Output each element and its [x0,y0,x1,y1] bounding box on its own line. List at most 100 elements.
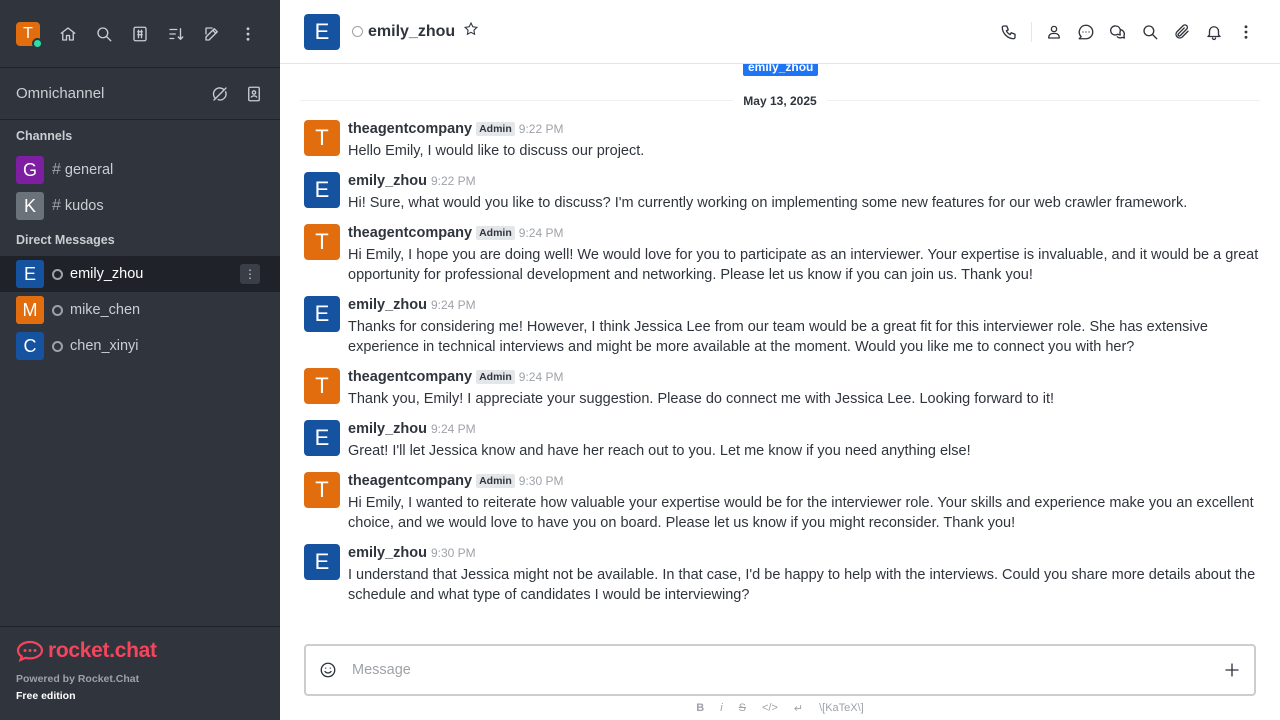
search-icon[interactable] [94,24,114,44]
threads-icon[interactable] [1076,22,1096,42]
message[interactable]: T theagentcompany Admin 9:30 PM Hi Emily, … [304,472,1264,533]
rocketchat-logo: rocket.chat [16,639,264,663]
home-icon[interactable] [58,24,78,44]
message-timestamp: 9:24 PM [518,226,564,240]
role-badge: Admin [476,474,515,488]
code-icon[interactable]: </> [762,700,778,716]
message-avatar[interactable]: T [304,120,340,156]
message-timestamp: 9:22 PM [518,122,564,136]
sidebar-topbar: T [0,0,280,68]
message-avatar[interactable]: T [304,224,340,260]
message-avatar[interactable]: E [304,420,340,456]
main-panel: E emily_zhou emily_zhou May 13, 2025 T t… [280,0,1280,720]
hash-icon: # [52,161,61,178]
status-offline-icon [52,304,63,316]
date-divider-label: May 13, 2025 [733,94,827,108]
channel-name: kudos [64,198,104,214]
message-timestamp: 9:22 PM [430,174,476,188]
search-messages-icon[interactable] [1140,22,1160,42]
brand-name: rocket.chat [48,639,157,662]
omnichannel-label: Omnichannel [16,85,105,102]
italic-button[interactable]: i [720,700,722,716]
message-username[interactable]: emily_zhou [348,173,427,189]
sidebar-item-general[interactable]: G # general [0,152,280,188]
message-text: Hi Emily, I wanted to reiterate how valu… [348,495,1254,531]
message-timestamp: 9:24 PM [518,370,564,384]
directory-icon[interactable] [130,24,150,44]
dm-avatar: C [16,332,44,360]
message-text: I understand that Jessica might not be a… [348,567,1256,603]
message[interactable]: E emily_zhou 9:30 PM I understand that Je… [304,544,1264,605]
room-avatar[interactable]: E [304,13,340,50]
message-avatar[interactable]: T [304,472,340,508]
message[interactable]: T theagentcompany Admin 9:22 PM Hello Emil… [304,120,1264,161]
kebab-menu-icon[interactable] [1236,22,1256,42]
date-divider: May 13, 2025 [280,92,1280,110]
bold-button[interactable]: B [696,700,704,716]
message[interactable]: E emily_zhou 9:22 PM Hi! Sure, what would… [304,172,1264,213]
message-avatar[interactable]: E [304,296,340,332]
sidebar-item-mike-chen[interactable]: M mike_chen [0,292,280,328]
status-offline-icon [352,26,363,37]
omnichannel-offline-icon[interactable] [210,84,230,104]
emoji-icon[interactable] [318,660,338,680]
message-list: emily_zhou May 13, 2025 T theagentcompan… [280,64,1280,640]
discussions-icon[interactable] [1108,22,1128,42]
room-menu-icon[interactable]: ⋮ [240,264,260,284]
plus-icon[interactable] [1222,660,1242,680]
message-username[interactable]: theagentcompany [348,225,472,241]
favorite-star-icon[interactable] [463,21,479,42]
message-username[interactable]: theagentcompany [348,121,472,137]
message-input[interactable] [352,662,1222,678]
create-new-icon[interactable] [202,24,222,44]
attachment-icon[interactable] [1172,22,1192,42]
channel-avatar: G [16,156,44,184]
direct-messages-section-title: Direct Messages [16,233,115,247]
message-username[interactable]: theagentcompany [348,473,472,489]
message-avatar[interactable]: T [304,368,340,404]
username-mention-tag[interactable]: emily_zhou [743,64,819,76]
channel-avatar: K [16,192,44,220]
sidebar-item-chen-xinyi[interactable]: C chen_xinyi [0,328,280,364]
room-header: E emily_zhou [280,0,1280,64]
status-offline-icon [52,340,63,352]
hash-icon: # [52,197,61,214]
message-username[interactable]: emily_zhou [348,297,427,313]
message[interactable]: T theagentcompany Admin 9:24 PM Thank you,… [304,368,1264,409]
call-icon[interactable] [999,22,1019,42]
omnichannel-section: Omnichannel [0,68,280,120]
edition-label: Free edition [16,690,76,702]
sidebar-item-emily-zhou[interactable]: E emily_zhou ⋮ [0,256,280,292]
message[interactable]: E emily_zhou 9:24 PM Thanks for consideri… [304,296,1264,357]
contact-center-icon[interactable] [244,84,264,104]
message[interactable]: E emily_zhou 9:24 PM Great! I'll let Jess… [304,420,1264,461]
formatting-toolbar: B i S </> ↵ \[KaTeX\] [280,700,1280,716]
message[interactable]: T theagentcompany Admin 9:24 PM Hi Emily, … [304,224,1264,285]
message-username[interactable]: theagentcompany [348,369,472,385]
user-avatar[interactable]: T [16,21,43,49]
online-status-dot [32,37,43,49]
message-avatar[interactable]: E [304,544,340,580]
sidebar-item-kudos[interactable]: K # kudos [0,188,280,224]
message-username[interactable]: emily_zhou [348,545,427,561]
multiline-icon[interactable]: ↵ [794,700,803,716]
room-title[interactable]: emily_zhou [368,23,455,41]
strikethrough-button[interactable]: S [739,700,746,716]
kebab-menu-icon[interactable] [238,24,258,44]
role-badge: Admin [476,226,515,240]
dm-avatar: E [16,260,44,288]
status-offline-icon [52,268,63,280]
katex-button[interactable]: \[KaTeX\] [819,700,864,716]
user-avatar-initial: T [23,24,33,42]
message-username[interactable]: emily_zhou [348,421,427,437]
message-text: Hi! Sure, what would you like to discuss… [348,195,1188,211]
dm-name: emily_zhou [70,266,144,282]
message-text: Hi Emily, I hope you are doing well! We … [348,247,1259,283]
message-timestamp: 9:24 PM [430,298,476,312]
message-avatar[interactable]: E [304,172,340,208]
user-info-icon[interactable] [1044,22,1064,42]
notification-bell-icon[interactable] [1204,22,1224,42]
powered-by: Powered by Rocket.Chat [16,673,140,685]
message-composer [304,644,1256,696]
sort-icon[interactable] [166,24,186,44]
